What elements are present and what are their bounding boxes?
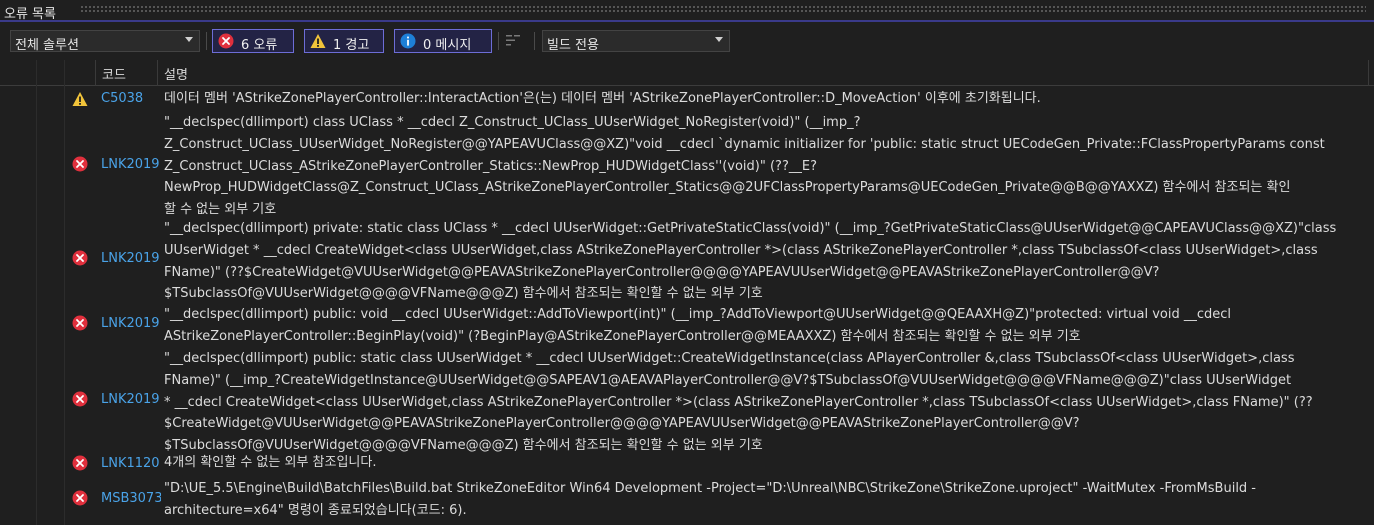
error-list-titlebar: 오류 목록 (0, 0, 1374, 22)
column-header-description[interactable]: 설명 (164, 64, 188, 83)
error-list: C5038 데이터 멤버 'AStrikeZonePlayerControlle… (0, 86, 1374, 525)
error-description: "D:\UE_5.5\Engine\Build\BatchFiles\Build… (164, 481, 1256, 518)
errors-filter-label: 6 오류 (241, 38, 278, 53)
error-description: "__declspec(dllimport) public: static cl… (164, 351, 1313, 454)
toolbar-separator (534, 32, 535, 50)
error-list-row[interactable]: MSB3073 "D:\UE_5.5\Engine\Build\BatchFil… (0, 478, 1374, 524)
messages-filter-label: 0 메시지 (423, 38, 472, 53)
error-icon (72, 315, 88, 331)
error-description: 4개의 확인할 수 없는 외부 참조입니다. (164, 455, 377, 470)
error-icon (72, 455, 88, 471)
error-code-link[interactable]: LNK2019 (101, 157, 161, 172)
error-icon (72, 250, 88, 266)
column-separator[interactable] (157, 60, 158, 86)
error-list-toolbar: 전체 솔루션 6 오류 1 경고 0 메시지 빌드 전용 (0, 26, 1374, 58)
column-header-code[interactable]: 코드 (102, 64, 126, 83)
error-list-row[interactable]: LNK1120 4개의 확인할 수 없는 외부 참조입니다. (0, 452, 1374, 476)
warnings-filter-label: 1 경고 (333, 38, 370, 53)
error-list-row[interactable]: LNK2019 "__declspec(dllimport) private: … (0, 218, 1374, 306)
errors-filter-button[interactable]: 6 오류 (212, 29, 294, 53)
error-code-link[interactable]: MSB3073 (101, 491, 161, 506)
error-code-link[interactable]: LNK2019 (101, 251, 161, 266)
warning-icon (310, 34, 326, 48)
error-icon (218, 33, 234, 49)
toolbar-separator (498, 32, 499, 50)
error-code-link[interactable]: LNK2019 (101, 316, 161, 331)
error-icon (72, 156, 88, 172)
active-accent-line (0, 20, 1374, 22)
column-separator[interactable] (95, 60, 96, 86)
warnings-filter-button[interactable]: 1 경고 (304, 29, 384, 53)
toolbar-separator (206, 32, 207, 50)
error-icon (72, 391, 88, 407)
error-list-row[interactable]: LNK2019 "__declspec(dllimport) public: v… (0, 304, 1374, 348)
info-icon (400, 33, 416, 49)
build-filter-dropdown[interactable]: 빌드 전용 (542, 30, 730, 53)
column-header: 코드 설명 (0, 60, 1374, 86)
scope-dropdown[interactable]: 전체 솔루션 (10, 30, 200, 53)
error-icon (72, 490, 88, 506)
chevron-down-icon (185, 37, 193, 42)
error-description: "__declspec(dllimport) private: static c… (164, 221, 1337, 302)
warning-icon (72, 92, 88, 106)
error-list-row[interactable]: LNK2019 "__declspec(dllimport) class UCl… (0, 112, 1374, 222)
drag-grip[interactable] (80, 5, 1366, 13)
error-code-link[interactable]: LNK1120 (101, 456, 161, 471)
error-list-row[interactable]: LNK2019 "__declspec(dllimport) public: s… (0, 348, 1374, 458)
error-description: "__declspec(dllimport) class UClass * __… (164, 115, 1325, 218)
error-code-link[interactable]: LNK2019 (101, 392, 161, 407)
filter-list-icon[interactable] (503, 30, 523, 50)
error-description: 데이터 멤버 'AStrikeZonePlayerController::Int… (164, 91, 1041, 106)
error-code-link[interactable]: C5038 (101, 91, 161, 106)
error-list-row[interactable]: C5038 데이터 멤버 'AStrikeZonePlayerControlle… (0, 86, 1374, 110)
column-separator[interactable] (1368, 60, 1369, 86)
chevron-down-icon (715, 37, 723, 42)
build-filter-value: 빌드 전용 (547, 38, 599, 53)
scope-dropdown-value: 전체 솔루션 (15, 38, 79, 53)
messages-filter-button[interactable]: 0 메시지 (394, 29, 492, 53)
error-description: "__declspec(dllimport) public: void __cd… (164, 307, 1232, 344)
